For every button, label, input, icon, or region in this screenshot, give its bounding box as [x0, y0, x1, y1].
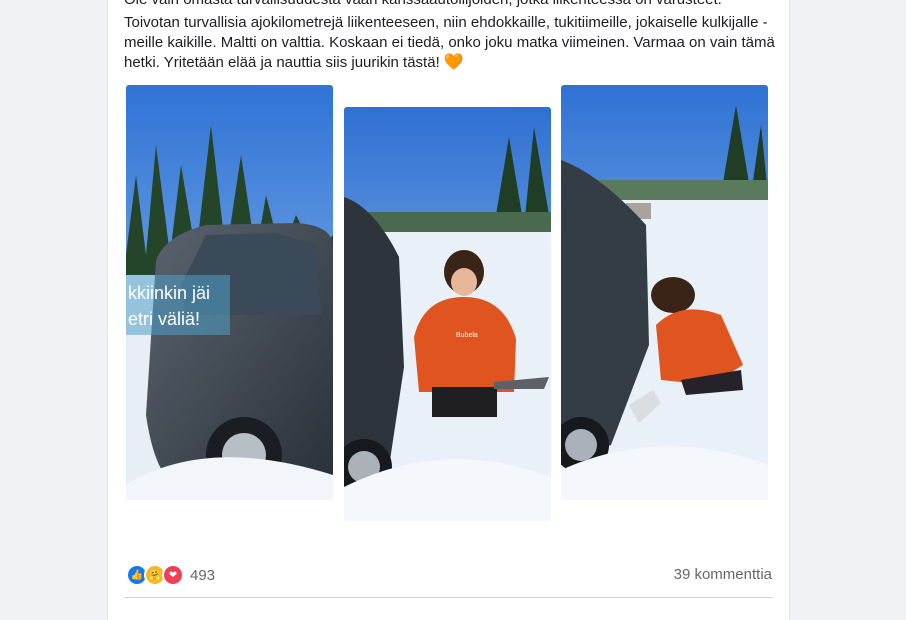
- divider: [124, 597, 773, 598]
- post-photo-3[interactable]: [561, 85, 768, 500]
- love-icon: ❤: [162, 564, 184, 586]
- post-text-cut-line: Ole vain omasta turvallisuudesta vaan ka…: [124, 0, 722, 10]
- post-photo-1[interactable]: kkiinkin jäi etri väliä!: [126, 85, 333, 500]
- comments-count-link[interactable]: 39 kommenttia: [674, 566, 772, 583]
- post-card: Ole vain omasta turvallisuudesta vaan ka…: [107, 0, 790, 620]
- jacket-logo-1: Bubela: [456, 332, 478, 339]
- post-photo-2[interactable]: Bubela: [344, 107, 551, 521]
- post-paragraph: Toivotan turvallisia ajokilometrejä liik…: [124, 13, 779, 73]
- photo-overlay-line1: kkiinkin jäi: [128, 283, 210, 303]
- reaction-count: 493: [190, 566, 216, 584]
- reactions-summary[interactable]: 👍 🤗 ❤ 493: [126, 564, 215, 586]
- photo-overlay-line2: etri väliä!: [128, 309, 200, 329]
- orange-heart-emoji: 🧡: [443, 54, 464, 71]
